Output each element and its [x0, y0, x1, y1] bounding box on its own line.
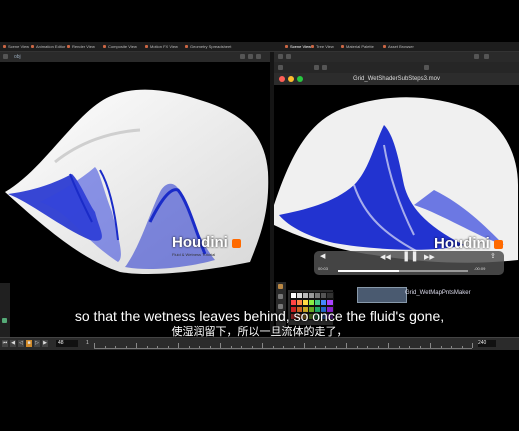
palette-swatch[interactable] — [326, 299, 334, 306]
network-node-thumbnail[interactable] — [357, 287, 407, 303]
ruler-tick — [262, 343, 263, 348]
ruler-tick — [115, 346, 116, 348]
ruler-tick — [367, 346, 368, 348]
elapsed-time: 00:03 — [318, 266, 329, 271]
houdini-watermark: Houdini Fluid & Wetness Tutorial — [172, 234, 242, 257]
display-icon[interactable] — [256, 54, 261, 59]
ruler-tick — [167, 346, 169, 348]
ruler-tick — [230, 346, 232, 348]
ruler-tick — [472, 343, 473, 348]
ruler-tick — [251, 346, 253, 348]
ruler-tick — [430, 343, 431, 348]
ruler-tick — [157, 346, 158, 348]
pane-tab-bar: Scene View Animation Editor Render View … — [0, 42, 519, 52]
ruler-tick — [356, 346, 358, 348]
houdini-logo-icon — [494, 240, 504, 249]
ruler-tick — [440, 346, 442, 348]
ruler-tick — [220, 343, 221, 348]
jump-start-icon[interactable]: ⏮ — [2, 340, 8, 347]
back-icon[interactable] — [3, 54, 8, 59]
ruler-tick — [125, 346, 127, 348]
pause-icon[interactable]: ❚❚ — [402, 252, 419, 262]
ruler-tick — [409, 346, 410, 348]
tab-geometry-spreadsheet[interactable]: Geometry Spreadsheet — [184, 43, 250, 50]
palette-swatch[interactable] — [326, 292, 334, 299]
ruler-tick — [325, 346, 326, 348]
range-end-field[interactable]: 240 — [478, 340, 496, 347]
scrub-bar[interactable] — [338, 270, 468, 272]
houdini-logo-icon — [232, 239, 242, 248]
rewind-icon[interactable]: ◀◀ — [380, 253, 391, 263]
move-tool-icon[interactable] — [314, 65, 319, 70]
ruler-tick — [199, 346, 200, 348]
pin-icon[interactable] — [474, 54, 479, 59]
network-path[interactable]: obj — [14, 53, 21, 61]
select-tool-icon[interactable] — [278, 65, 283, 70]
timeline-ruler[interactable] — [94, 340, 473, 349]
tab-material-palette[interactable]: Material Palette — [340, 43, 388, 50]
watermark-brand: Houdini — [434, 235, 490, 252]
ruler-tick — [241, 346, 242, 348]
movie-title: Grid_WetShaderSubSteps3.mov — [353, 76, 440, 82]
scale-tool-icon[interactable] — [424, 65, 429, 70]
subtitle-english: so that the wetness leaves behind, so on… — [74, 308, 445, 324]
step-forward-icon[interactable]: ▶ — [42, 340, 48, 347]
ruler-tick — [335, 346, 337, 348]
ruler-tick — [388, 343, 389, 348]
remaining-time: -00:09 — [474, 266, 486, 271]
playback-controls: ◀ ◀◀ ❚❚ ▶▶ ⇪ 00:03 -00:09 — [314, 251, 504, 275]
play-icon[interactable]: ▷ — [34, 340, 40, 347]
ruler-tick — [461, 346, 463, 348]
brush-icon[interactable] — [278, 284, 283, 289]
ruler-tick — [146, 346, 148, 348]
watermark-subtitle: Fluid & Wetness Tutorial — [172, 252, 216, 257]
tab-composite-view[interactable]: Composite View — [102, 43, 150, 50]
camera-icon[interactable] — [248, 54, 253, 59]
ruler-tick — [314, 346, 316, 348]
step-back-icon[interactable]: ◀ — [10, 340, 16, 347]
ruler-tick — [104, 346, 106, 348]
pick-icon[interactable] — [278, 294, 283, 299]
watermark-brand: Houdini — [172, 234, 228, 251]
ruler-tick — [272, 346, 274, 348]
rotate-tool-icon[interactable] — [322, 65, 327, 70]
viewport-tool-row — [274, 62, 519, 73]
left-viewport[interactable]: Houdini Fluid & Wetness Tutorial — [0, 62, 270, 287]
ruler-tick — [188, 346, 190, 348]
network-node-label: Grid_WetMapPntsMaker — [405, 290, 471, 296]
ruler-tick — [451, 346, 452, 348]
back-icon[interactable] — [278, 54, 283, 59]
ruler-tick — [178, 343, 179, 348]
scrub-progress — [338, 270, 400, 272]
view-icon[interactable] — [240, 54, 245, 59]
fast-forward-icon[interactable]: ▶▶ — [424, 253, 435, 263]
ruler-tick — [283, 346, 284, 348]
ruler-tick — [377, 346, 379, 348]
forward-icon[interactable] — [286, 54, 291, 59]
volume-icon[interactable]: ◀ — [320, 252, 325, 262]
settings-icon[interactable] — [484, 54, 489, 59]
ruler-tick — [304, 343, 305, 348]
right-viewport-toolbar — [274, 52, 519, 62]
ruler-tick — [136, 343, 137, 348]
tab-asset-browser[interactable]: Asset Browser — [382, 43, 428, 50]
ruler-tick — [346, 343, 347, 348]
ruler-tick — [293, 346, 295, 348]
share-icon[interactable]: ⇪ — [490, 252, 496, 262]
stop-icon[interactable]: ■ — [26, 340, 32, 347]
range-start[interactable]: 1 — [86, 340, 89, 346]
play-reverse-icon[interactable]: ◁ — [18, 340, 24, 347]
current-frame-field[interactable]: 48 — [56, 340, 78, 347]
ruler-tick — [209, 346, 211, 348]
ruler-tick — [398, 346, 400, 348]
ruler-tick — [419, 346, 421, 348]
ruler-tick — [94, 343, 95, 348]
subtitle-chinese: 使湿润留下，所以一旦流体的走了， — [171, 326, 348, 338]
